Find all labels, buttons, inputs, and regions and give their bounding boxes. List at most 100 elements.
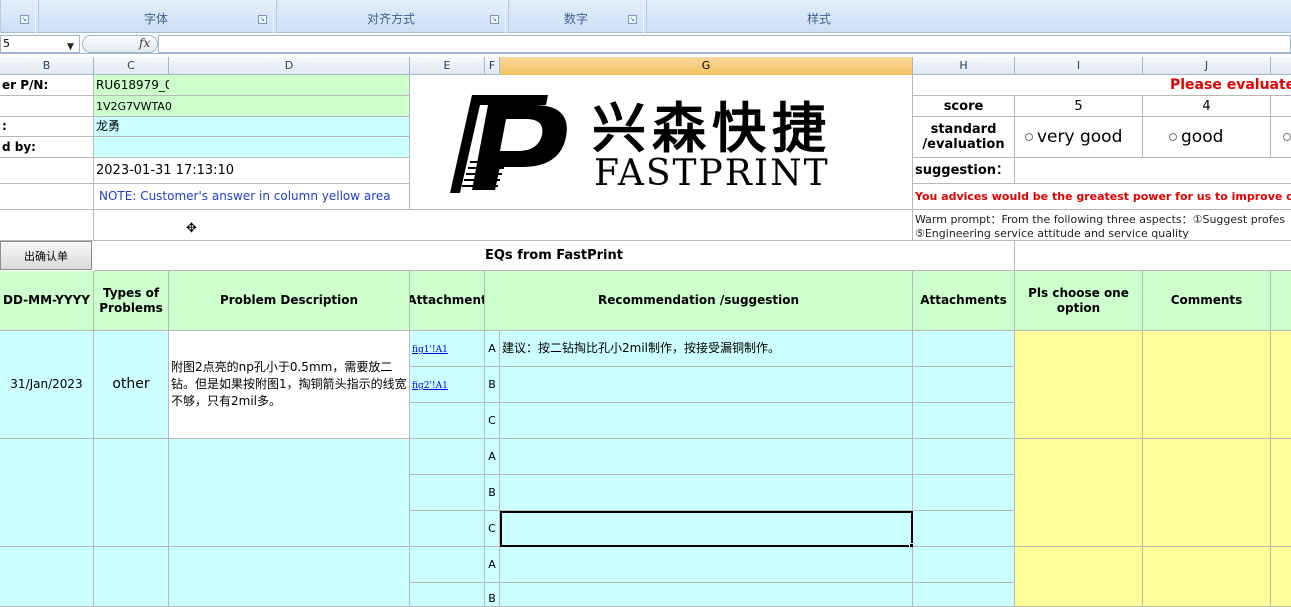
dialog-launcher-icon[interactable]: ↘: [20, 15, 29, 24]
attachment-link-fig2[interactable]: fig2'!A1: [412, 381, 448, 391]
row2-suggestion-a[interactable]: [500, 439, 913, 475]
header-recommendation[interactable]: Recommendation /suggestion: [485, 271, 913, 331]
row3-suggestion-a[interactable]: [500, 547, 913, 583]
header-problem[interactable]: Problem Description: [169, 271, 410, 331]
header-attachment[interactable]: Attachment: [410, 271, 485, 331]
cell[interactable]: [0, 158, 94, 184]
dialog-launcher-icon[interactable]: ↘: [490, 15, 499, 24]
label-pn[interactable]: er P/N:: [0, 75, 94, 96]
row3-problem[interactable]: [169, 547, 410, 607]
row3-suggestion-b[interactable]: [500, 583, 913, 607]
label-person[interactable]: :: [0, 117, 94, 137]
option-letter[interactable]: A: [485, 547, 500, 583]
row2-attachment-a[interactable]: [410, 439, 485, 475]
option-letter[interactable]: A: [485, 331, 500, 367]
cell[interactable]: [1271, 96, 1291, 117]
pn-value[interactable]: RU618979_0: [94, 75, 169, 96]
row1-attachment-b[interactable]: fig2'!A1: [410, 367, 485, 403]
cell[interactable]: [0, 184, 94, 210]
option-letter[interactable]: B: [485, 367, 500, 403]
attachment-link-fig1[interactable]: fig1'!A1: [412, 345, 448, 355]
chevron-down-icon[interactable]: ▼: [67, 39, 74, 55]
row1-problem[interactable]: 附图2点亮的np孔小于0.5mm，需要放二钻。但是如果按附图1，掏铜箭头指示的线…: [169, 331, 410, 439]
radio-button-icon[interactable]: [1169, 133, 1177, 141]
row3-attachment-a[interactable]: [410, 547, 485, 583]
row3-attachments-b[interactable]: [913, 583, 1015, 607]
row2-attachments-c[interactable]: [913, 511, 1015, 547]
code-value[interactable]: 1V2G7VWTA0: [94, 96, 410, 117]
row1-attachments-b[interactable]: [913, 367, 1015, 403]
row2-problem[interactable]: [169, 439, 410, 547]
suggestion-label[interactable]: suggestion：: [913, 158, 1015, 184]
cell[interactable]: [1271, 439, 1291, 547]
row1-suggestion-c[interactable]: [500, 403, 913, 439]
score-4[interactable]: 4: [1143, 96, 1271, 117]
note-text[interactable]: NOTE: Customer's answer in column yellow…: [94, 184, 410, 210]
person-value[interactable]: 龙勇: [94, 117, 410, 137]
export-confirmation-button[interactable]: 出确认单: [0, 241, 92, 270]
cell[interactable]: [0, 96, 94, 117]
row1-suggestion-b[interactable]: [500, 367, 913, 403]
row2-date[interactable]: [0, 439, 94, 547]
header-choose-option[interactable]: Pls choose one option: [1015, 271, 1143, 331]
row1-attachment-a[interactable]: fig1'!A1: [410, 331, 485, 367]
row3-choose-option[interactable]: [1015, 547, 1143, 607]
row1-comments[interactable]: [1143, 331, 1271, 439]
column-header-g[interactable]: G: [500, 57, 913, 75]
formula-input[interactable]: [158, 35, 1291, 53]
cell[interactable]: [169, 75, 410, 96]
row2-attachments-a[interactable]: [913, 439, 1015, 475]
row2-attachments-b[interactable]: [913, 475, 1015, 511]
row2-attachment-b[interactable]: [410, 475, 485, 511]
radio-button-icon[interactable]: [1283, 133, 1291, 141]
name-box[interactable]: 5 ▼: [0, 35, 80, 53]
standard-label[interactable]: standard /evaluation: [913, 117, 1015, 158]
column-header-j[interactable]: J: [1143, 57, 1271, 75]
option-letter[interactable]: A: [485, 439, 500, 475]
row1-attachments-a[interactable]: [913, 331, 1015, 367]
row1-attachments-c[interactable]: [913, 403, 1015, 439]
row2-attachment-c[interactable]: [410, 511, 485, 547]
cell[interactable]: [1271, 547, 1291, 607]
datetime-value[interactable]: 2023-01-31 17:13:10: [94, 158, 410, 184]
column-header-c[interactable]: C: [94, 57, 169, 75]
option-letter[interactable]: C: [485, 511, 500, 547]
header-types[interactable]: Types of Problems: [94, 271, 169, 331]
column-header-b[interactable]: B: [0, 57, 94, 75]
score-label[interactable]: score: [913, 96, 1015, 117]
row2-comments[interactable]: [1143, 439, 1271, 547]
column-header-i[interactable]: I: [1015, 57, 1143, 75]
option-very-good[interactable]: very good: [1015, 117, 1143, 158]
header-date[interactable]: DD-MM-YYYY: [0, 271, 94, 331]
option-letter[interactable]: B: [485, 475, 500, 511]
option-letter[interactable]: B: [485, 583, 500, 607]
row3-date[interactable]: [0, 547, 94, 607]
header-attachments[interactable]: Attachments: [913, 271, 1015, 331]
label-approved[interactable]: d by:: [0, 137, 94, 158]
row2-suggestion-b[interactable]: [500, 475, 913, 511]
active-cell[interactable]: [500, 511, 913, 547]
cell[interactable]: [1271, 271, 1291, 331]
insert-function-icon[interactable]: fx: [139, 36, 150, 50]
row1-suggestion-a[interactable]: 建议：按二钻掏比孔小2mil制作，按接受漏铜制作。: [500, 331, 913, 367]
option-partial[interactable]: [1271, 117, 1291, 158]
row1-choose-option[interactable]: [1015, 331, 1143, 439]
row3-attachment-b[interactable]: [410, 583, 485, 607]
approved-value[interactable]: [94, 137, 410, 158]
cell[interactable]: [1271, 331, 1291, 439]
radio-button-icon[interactable]: [1025, 133, 1033, 141]
column-header-h[interactable]: H: [913, 57, 1015, 75]
column-header-d[interactable]: D: [169, 57, 410, 75]
cell[interactable]: [1015, 241, 1291, 271]
cell[interactable]: [0, 210, 94, 241]
row3-type[interactable]: [94, 547, 169, 607]
row2-choose-option[interactable]: [1015, 439, 1143, 547]
score-5[interactable]: 5: [1015, 96, 1143, 117]
option-good[interactable]: good: [1143, 117, 1271, 158]
row2-type[interactable]: [94, 439, 169, 547]
dialog-launcher-icon[interactable]: ↘: [258, 15, 267, 24]
row3-attachments-a[interactable]: [913, 547, 1015, 583]
dialog-launcher-icon[interactable]: ↘: [628, 15, 637, 24]
header-comments[interactable]: Comments: [1143, 271, 1271, 331]
cell[interactable]: [94, 210, 913, 241]
